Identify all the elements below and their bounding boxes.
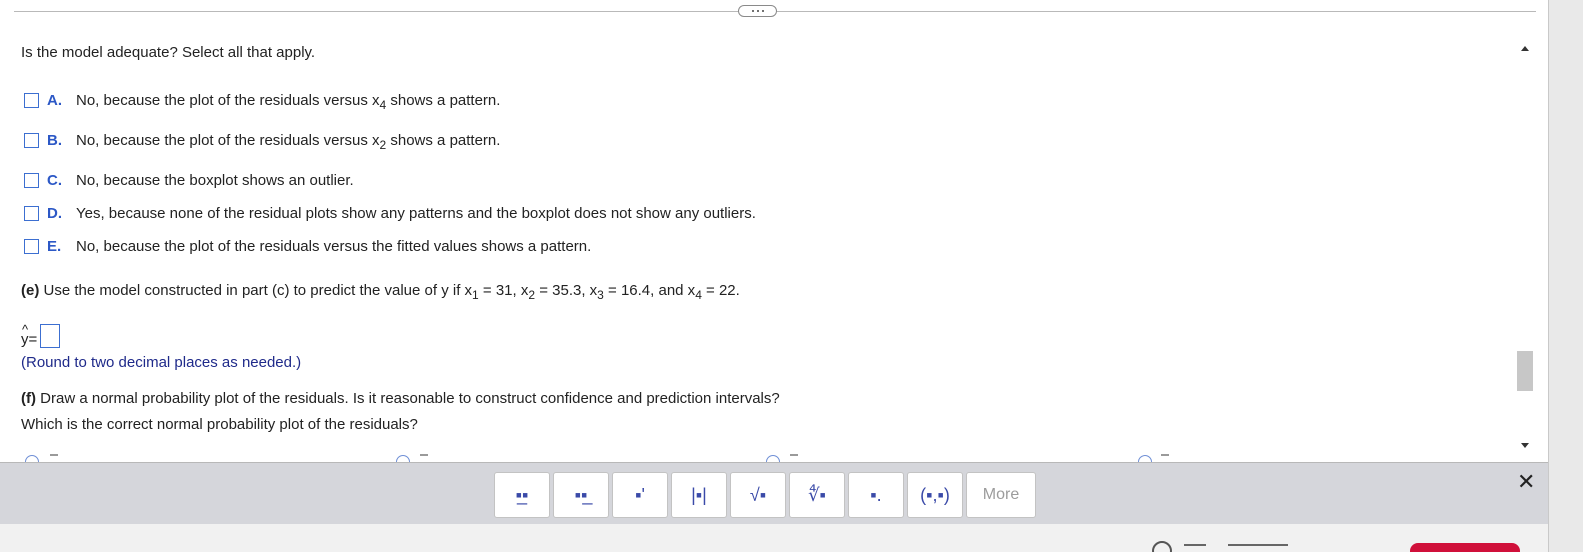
scroll-up-icon[interactable] — [1521, 46, 1529, 51]
option-c[interactable]: C. No, because the boxplot shows an outl… — [24, 172, 354, 189]
mixed-number-button[interactable]: ▪▪̲ — [553, 472, 609, 518]
part-e-label: (e) — [21, 282, 40, 299]
option-text: Yes, because none of the residual plots … — [76, 205, 756, 222]
question-prompt: Is the model adequate? Select all that a… — [21, 44, 316, 61]
absolute-value-button[interactable]: |▪| — [671, 472, 727, 518]
absolute-value-icon: |▪| — [691, 484, 707, 505]
scroll-down-icon[interactable] — [1521, 443, 1529, 448]
option-letter-peek — [1161, 454, 1169, 456]
math-toolbar: ▪̲▪ ▪▪̲ ▪' |▪| √▪ ∜▪ ▪. (▪,▪) More ✕ — [0, 462, 1548, 524]
option-d[interactable]: D. Yes, because none of the residual plo… — [24, 205, 756, 222]
checkbox-icon[interactable] — [24, 133, 39, 148]
bottom-bar — [0, 524, 1548, 552]
more-button[interactable]: More — [966, 472, 1036, 518]
part-f-prompt: (f) Draw a normal probability plot of th… — [21, 390, 780, 407]
option-a[interactable]: A. No, because the plot of the residuals… — [24, 92, 501, 112]
answer-row: ^ y = — [21, 322, 61, 348]
equals-sign: = — [28, 331, 38, 348]
decimal-icon: ▪. — [870, 484, 882, 505]
checkbox-icon[interactable] — [24, 206, 39, 221]
part-e-prompt: (e) Use the model constructed in part (c… — [21, 282, 740, 302]
checkbox-icon[interactable] — [24, 239, 39, 254]
option-letter: D. — [47, 205, 62, 222]
part-f-question: Which is the correct normal probability … — [21, 416, 418, 433]
y-hat-symbol: ^ y — [21, 322, 29, 348]
rounding-note: (Round to two decimal places as needed.) — [21, 354, 302, 371]
option-b[interactable]: B. No, because the plot of the residuals… — [24, 132, 501, 152]
nth-root-icon: ∜▪ — [808, 484, 826, 505]
option-letter: A. — [47, 92, 62, 109]
option-text: No, because the boxplot shows an outlier… — [76, 172, 354, 189]
square-root-icon: √▪ — [749, 484, 767, 505]
ordered-pair-button[interactable]: (▪,▪) — [907, 472, 963, 518]
check-answer-button[interactable] — [1410, 543, 1520, 552]
option-text: No, because the plot of the residuals ve… — [76, 238, 592, 255]
help-circle-icon[interactable] — [1152, 541, 1172, 552]
bottom-text-fragment — [1228, 544, 1288, 546]
radio-icon[interactable] — [766, 455, 780, 462]
right-panel-edge — [1548, 0, 1583, 552]
exponent-icon: ▪' — [635, 484, 645, 505]
option-text: No, because the plot of the residuals ve… — [76, 132, 501, 152]
fraction-button[interactable]: ▪̲▪ — [494, 472, 550, 518]
vertical-scrollbar[interactable] — [1516, 38, 1534, 458]
option-letter: B. — [47, 132, 62, 149]
fraction-icon: ▪̲▪ — [515, 484, 529, 505]
y-hat-answer-input[interactable] — [40, 324, 61, 348]
question-content: Is the model adequate? Select all that a… — [0, 20, 1515, 462]
part-f-label: (f) — [21, 390, 36, 407]
option-text: No, because the plot of the residuals ve… — [76, 92, 501, 112]
radio-icon[interactable] — [25, 455, 39, 462]
checkbox-icon[interactable] — [24, 173, 39, 188]
mixed-number-icon: ▪▪̲ — [574, 484, 588, 505]
checkbox-icon[interactable] — [24, 93, 39, 108]
bottom-text-fragment — [1184, 544, 1206, 546]
ordered-pair-icon: (▪,▪) — [920, 484, 950, 505]
option-letter-peek — [50, 454, 58, 456]
option-e[interactable]: E. No, because the plot of the residuals… — [24, 238, 591, 255]
square-root-button[interactable]: √▪ — [730, 472, 786, 518]
option-letter: E. — [47, 238, 62, 255]
exponent-button[interactable]: ▪' — [612, 472, 668, 518]
option-letter: C. — [47, 172, 62, 189]
option-letter-peek — [420, 454, 428, 456]
decimal-button[interactable]: ▪. — [848, 472, 904, 518]
radio-icon[interactable] — [396, 455, 410, 462]
scroll-thumb[interactable] — [1517, 351, 1533, 391]
radio-icon[interactable] — [1138, 455, 1152, 462]
close-icon[interactable]: ✕ — [1517, 469, 1535, 495]
ellipsis-icon[interactable] — [738, 5, 777, 17]
option-letter-peek — [790, 454, 798, 456]
nth-root-button[interactable]: ∜▪ — [789, 472, 845, 518]
